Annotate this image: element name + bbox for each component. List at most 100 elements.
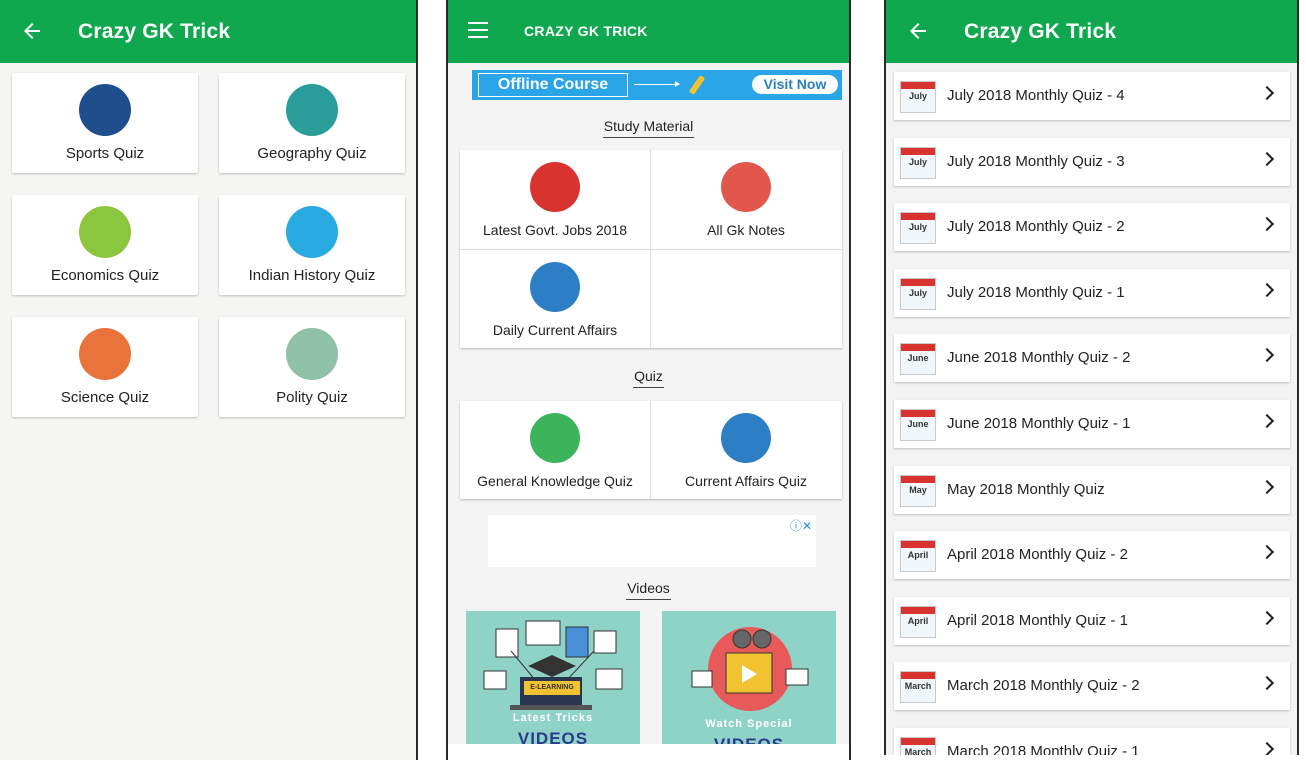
ad-slot[interactable]: ⓘ✕ (488, 515, 816, 567)
quiz-grid: General Knowledge Quiz Current Affairs Qu… (460, 401, 842, 499)
video-camera-illustration (691, 627, 809, 711)
video-caption-top: Latest Tricks (512, 712, 594, 724)
calendar-month-label: March (904, 681, 932, 692)
monthly-quiz-row[interactable]: June June 2018 Monthly Quiz - 2 (894, 334, 1290, 383)
chevron-right-icon (1259, 217, 1275, 232)
monthly-quiz-label: March 2018 Monthly Quiz - 2 (947, 677, 1140, 695)
study-material-heading: Study Material (448, 118, 849, 138)
newspaper-icon (530, 262, 580, 312)
app-bar: Crazy GK Trick (0, 0, 416, 63)
chevron-right-icon (1259, 348, 1275, 363)
quiz-card-label: Indian History Quiz (248, 267, 376, 284)
offline-course-label: Offline Course (478, 73, 628, 97)
calendar-month-label: May (909, 484, 927, 495)
quiz-card[interactable]: Polity Quiz (219, 317, 405, 417)
quiz-card[interactable]: Science Quiz (12, 317, 198, 417)
chevron-right-icon (1259, 282, 1275, 297)
calendar-icon: June (900, 409, 936, 441)
study-material-grid: Latest Govt. Jobs 2018 All Gk Notes Daily … (460, 150, 842, 348)
quiz-card[interactable]: Sports Quiz (12, 73, 198, 173)
screen-monthly-quiz-list: Crazy GK Trick July July 2018 Monthly Qui… (884, 0, 1299, 755)
monument-icon (286, 206, 338, 258)
chevron-right-icon (1259, 676, 1275, 691)
quiz-card[interactable]: Economics Quiz (12, 195, 198, 295)
quiz-heading: Quiz (448, 368, 849, 388)
calendar-month-label: April (907, 550, 929, 561)
bottom-strip (448, 744, 849, 760)
calendar-month-label: March (904, 747, 932, 755)
quiz-card-label: Science Quiz (60, 389, 150, 406)
calendar-icon: May (900, 474, 936, 507)
calendar-month-label: July (908, 287, 927, 298)
globe-icon (286, 84, 338, 136)
app-title: CRAZY GK TRICK (524, 23, 648, 39)
monthly-quiz-row[interactable]: May May 2018 Monthly Quiz (894, 465, 1290, 514)
app-title: Crazy GK Trick (964, 20, 1117, 43)
quiz-card[interactable]: Indian History Quiz (219, 195, 405, 295)
monthly-quiz-row[interactable]: April April 2018 Monthly Quiz - 1 (894, 596, 1290, 645)
grid-item-label: Daily Current Affairs (492, 322, 618, 338)
grid-item[interactable]: Daily Current Affairs (460, 250, 650, 349)
newspaper-icon (721, 413, 771, 463)
calendar-month-label: July (908, 91, 927, 101)
calendar-icon: July (900, 212, 936, 245)
e-learning-badge: E-LEARNING (524, 681, 580, 695)
monthly-quiz-row[interactable]: July July 2018 Monthly Quiz - 1 (894, 268, 1290, 317)
chevron-right-icon (1259, 545, 1275, 560)
calendar-icon: April (900, 605, 936, 638)
grid-item-label: Latest Govt. Jobs 2018 (483, 222, 627, 238)
arrow-icon (634, 81, 680, 87)
calendar-month-label: July (908, 222, 927, 233)
chevron-right-icon (1259, 413, 1275, 429)
monthly-quiz-label: July 2018 Monthly Quiz - 2 (947, 218, 1125, 236)
monthly-quiz-row[interactable]: July July 2018 Monthly Quiz - 4 (894, 72, 1290, 120)
grid-item-label: All Gk Notes (707, 222, 785, 238)
calendar-month-label: July (908, 156, 927, 167)
screen-quiz-categories: Crazy GK Trick Sports Quiz Geography Quiz… (0, 0, 418, 760)
rupee-chart-icon (79, 206, 131, 258)
ad-info-close-icon[interactable]: ⓘ✕ (790, 517, 812, 534)
monthly-quiz-row[interactable]: June June 2018 Monthly Quiz - 1 (894, 400, 1290, 448)
video-thumbnail-watch-special[interactable]: Watch Special VIDEOS (662, 611, 836, 751)
visit-now-button[interactable]: Visit Now (752, 75, 838, 94)
clock-gk-icon (530, 413, 580, 463)
pen-drive-icon (688, 75, 706, 95)
calendar-icon: June (900, 343, 936, 376)
calendar-icon: April (900, 540, 936, 573)
grid-item[interactable]: General Knowledge Quiz (460, 401, 650, 500)
quiz-card-label: Sports Quiz (65, 145, 145, 162)
monthly-quiz-row[interactable]: July July 2018 Monthly Quiz - 2 (894, 203, 1290, 252)
offline-course-banner[interactable]: Offline Course Visit Now (472, 70, 842, 100)
monthly-quiz-row[interactable]: March March 2018 Monthly Quiz - 2 (894, 662, 1290, 711)
back-arrow-icon[interactable] (20, 19, 44, 43)
chevron-right-icon (1259, 479, 1275, 494)
grid-item[interactable]: All Gk Notes (651, 150, 841, 249)
monthly-quiz-row[interactable]: March March 2018 Monthly Quiz - 1 (894, 728, 1290, 755)
monthly-quiz-label: July 2018 Monthly Quiz - 1 (947, 283, 1125, 301)
grid-item[interactable]: Latest Govt. Jobs 2018 (460, 150, 650, 249)
chevron-right-icon (1259, 85, 1275, 101)
quiz-card[interactable]: Geography Quiz (219, 73, 405, 173)
calendar-month-label: June (907, 419, 929, 429)
monthly-quiz-label: June 2018 Monthly Quiz - 2 (947, 349, 1131, 367)
notes-icon (721, 162, 771, 212)
parliament-icon (286, 328, 338, 380)
monthly-quiz-row[interactable]: July July 2018 Monthly Quiz - 3 (894, 137, 1290, 186)
monthly-quiz-row[interactable]: April April 2018 Monthly Quiz - 2 (894, 531, 1290, 580)
calendar-icon: July (900, 146, 936, 179)
video-thumbnail-latest-tricks[interactable]: E-LEARNING Latest Tricks VIDEOS (466, 611, 640, 751)
monthly-quiz-label: July 2018 Monthly Quiz - 3 (947, 152, 1125, 170)
back-arrow-icon[interactable] (906, 19, 930, 43)
monthly-quiz-label: April 2018 Monthly Quiz - 2 (947, 546, 1128, 564)
calendar-month-label: April (907, 615, 929, 626)
monthly-quiz-label: July 2018 Monthly Quiz - 4 (947, 87, 1125, 104)
monthly-quiz-label: March 2018 Monthly Quiz - 1 (947, 743, 1140, 755)
grid-item-label: Current Affairs Quiz (685, 473, 807, 489)
chevron-right-icon (1259, 151, 1275, 166)
graduate-icon (530, 162, 580, 212)
grid-item[interactable]: Current Affairs Quiz (651, 401, 841, 500)
calendar-icon: March (900, 671, 936, 704)
grid-item-label: General Knowledge Quiz (477, 473, 633, 489)
menu-icon[interactable] (468, 22, 488, 38)
videos-heading: Videos (448, 580, 849, 600)
